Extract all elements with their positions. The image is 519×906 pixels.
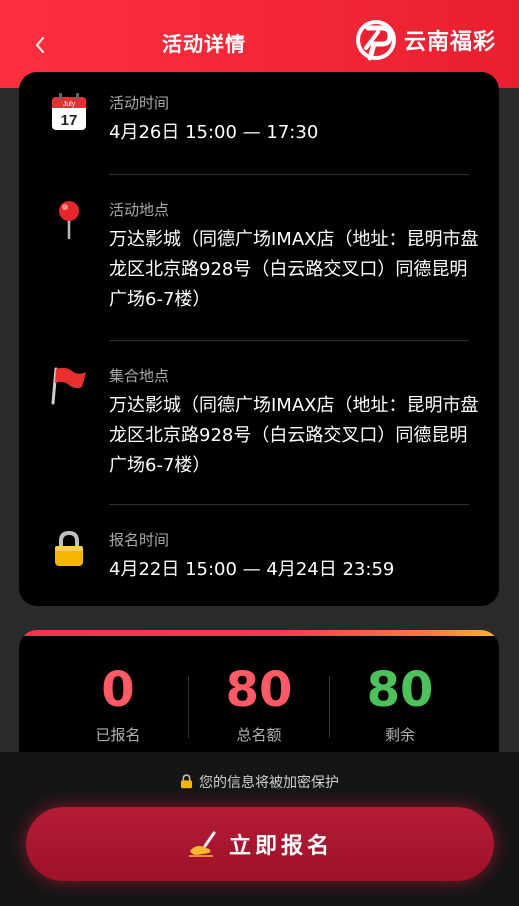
signup-time-row: 报名时间 4月22日 15:00 — 4月24日 23:59 — [19, 505, 499, 605]
privacy-notice: 您的信息将被加密保护 — [0, 772, 519, 792]
registered-label: 已报名 — [95, 726, 141, 744]
brand-logo: 云南福彩 — [352, 18, 496, 62]
signup-time-label: 报名时间 — [109, 531, 170, 549]
stat-remaining: 80 剩余 — [330, 662, 470, 745]
stat-registered: 0 已报名 — [48, 662, 188, 745]
meeting-point-value: 万达影城（同德广场IMAX店（地址：昆明市盘龙区北京路928号（白云路交叉口）同… — [109, 395, 479, 476]
total-quota-count: 80 — [225, 662, 293, 718]
remaining-label: 剩余 — [384, 726, 415, 744]
registered-count: 0 — [101, 662, 135, 718]
flag-icon — [49, 365, 89, 405]
event-details-card: July 17 活动时间 4月26日 15:00 — 17:30 活动地点 万达… — [19, 72, 499, 606]
privacy-text: 您的信息将被加密保护 — [199, 775, 339, 791]
writing-hand-icon — [188, 831, 216, 857]
stat-total-quota: 80 总名额 — [189, 662, 329, 745]
meeting-point-row: 集合地点 万达影城（同德广场IMAX店（地址：昆明市盘龙区北京路928号（白云路… — [19, 341, 499, 507]
signup-time-value: 4月22日 15:00 — 4月24日 23:59 — [109, 559, 395, 580]
calendar-month: July — [63, 101, 76, 108]
event-venue-label: 活动地点 — [109, 201, 170, 219]
signup-button[interactable]: 立即报名 — [26, 807, 494, 881]
meeting-point-label: 集合地点 — [109, 367, 170, 385]
lock-icon — [180, 774, 193, 789]
total-quota-label: 总名额 — [236, 726, 282, 744]
accent-bar — [19, 630, 499, 636]
event-venue-value: 万达影城（同德广场IMAX店（地址：昆明市盘龙区北京路928号（白云路交叉口）同… — [109, 229, 479, 310]
event-time-row: July 17 活动时间 4月26日 15:00 — 17:30 — [19, 72, 499, 174]
calendar-icon: July 17 — [49, 92, 89, 132]
calendar-day: 17 — [61, 112, 78, 129]
lock-icon — [49, 529, 89, 569]
event-venue-row: 活动地点 万达影城（同德广场IMAX店（地址：昆明市盘龙区北京路928号（白云路… — [19, 175, 499, 341]
remaining-count: 80 — [366, 662, 434, 718]
lottery-logo-icon — [356, 20, 396, 61]
event-time-label: 活动时间 — [109, 94, 170, 112]
event-time-value: 4月26日 15:00 — 17:30 — [109, 122, 319, 143]
signup-button-label: 立即报名 — [228, 834, 333, 859]
brand-name: 云南福彩 — [404, 30, 497, 55]
page-title: 活动详情 — [162, 32, 246, 56]
map-pin-icon — [49, 199, 89, 239]
